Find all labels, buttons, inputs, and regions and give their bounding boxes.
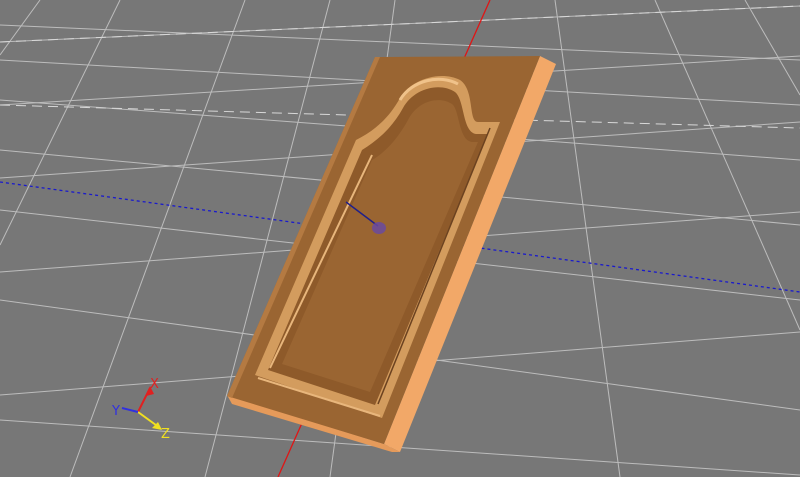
triad-y-label: Y: [111, 404, 120, 419]
origin-marker[interactable]: [372, 222, 386, 234]
triad-x-label: X: [150, 377, 159, 392]
orientation-triad: X Z Y: [111, 377, 170, 442]
scene-canvas[interactable]: X Z Y: [0, 0, 800, 477]
triad-y-axis: [121, 407, 139, 413]
triad-z-label: Z: [161, 427, 170, 442]
3d-viewport[interactable]: X Z Y: [0, 0, 800, 477]
door-panel-model[interactable]: [227, 56, 556, 452]
